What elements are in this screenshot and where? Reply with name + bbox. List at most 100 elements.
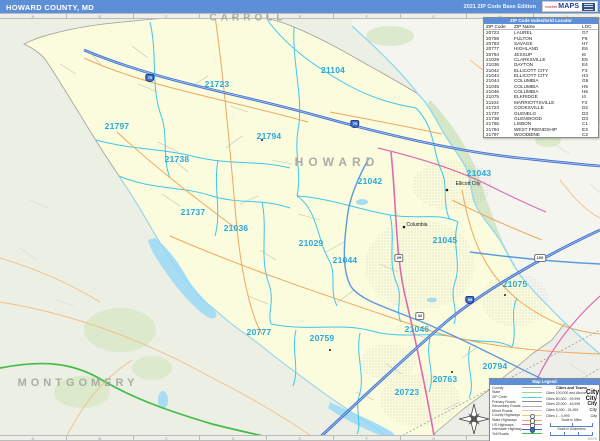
city-class-label: Cities 100,000 and Above	[546, 391, 586, 396]
city-class-row: Cities 5,000 - 24,999 City	[546, 407, 597, 413]
grid-letter: F	[334, 436, 401, 441]
logo-address-block	[582, 2, 595, 11]
scale-bar	[550, 432, 593, 437]
line-sample	[522, 409, 542, 413]
grid-letter: C	[134, 436, 201, 441]
grid-letter: E	[267, 436, 334, 441]
grid-letter: B	[67, 14, 134, 19]
legend-cities-column: Cities and Towns Cities 100,000 and Abov…	[546, 385, 599, 437]
legend-row: US Highways	[492, 422, 546, 429]
city-class-label: Cities 50,000 - 99,999	[546, 396, 581, 401]
map-title: HOWARD COUNTY, MD	[6, 3, 95, 12]
legend-row: State Highways	[492, 417, 546, 424]
legend-row: State	[492, 390, 546, 395]
line-sample	[522, 413, 542, 419]
city-class-label: Cities 25,000 - 49,999	[546, 402, 581, 407]
zip-label-20759: 20759	[309, 333, 335, 343]
city-sample: City	[587, 401, 597, 408]
zip-label-20723: 20723	[394, 387, 420, 397]
cell-name: WOODBINE	[514, 131, 541, 137]
zip-label-20794: 20794	[482, 361, 508, 371]
city-sample: City	[585, 395, 597, 402]
legend-row: Primary Roads	[492, 399, 546, 404]
scale-miles: Scale in Miles	[546, 419, 597, 428]
legend-label: State Highways	[492, 417, 517, 422]
zip-label-21044: 21044	[332, 255, 358, 265]
zip-label-21075: 21075	[502, 279, 528, 289]
legend-lines-column: County State ZIP Code Primary Roads Seco…	[490, 385, 546, 437]
grid-letter: C	[134, 14, 201, 19]
zip-label-20777: 20777	[246, 327, 272, 337]
legend-label: ZIP Code	[492, 394, 508, 399]
legend-row: County	[492, 386, 546, 391]
legend-label: Secondary Roads	[492, 404, 521, 409]
scale-bar	[550, 423, 593, 428]
city-class-label: Cities 1 - 4,999	[546, 413, 570, 418]
zip-label-21737: 21737	[180, 207, 206, 217]
logo-script-text: market	[545, 3, 558, 9]
grid-letter: G	[401, 14, 468, 19]
zip-label-21104: 21104	[320, 65, 346, 75]
line-sample	[522, 418, 542, 424]
publisher-logo: market MAPS	[542, 1, 598, 12]
table-row: 21797 WOODBINE C2	[484, 132, 598, 137]
city-sample: City	[590, 413, 597, 418]
route-shield-md32: 32	[415, 312, 425, 320]
zip-label-21738: 21738	[164, 154, 190, 164]
legend-label: County	[492, 385, 504, 390]
county-label-montgomery: MONTGOMERY	[17, 377, 139, 389]
zip-label-21797: 21797	[104, 121, 130, 131]
title-bar: HOWARD COUNTY, MD 2021 ZIP Code Base Edi…	[0, 0, 600, 13]
line-sample	[522, 432, 542, 436]
legend-row: Interstate Highways	[492, 427, 546, 433]
legend-row: Minor Roads	[492, 408, 546, 413]
legend-row: Secondary Roads	[492, 404, 546, 409]
route-shield-us29: 29	[394, 254, 404, 262]
zip-label-21046: 21046	[404, 324, 430, 334]
legend-label: County Highways	[492, 413, 520, 418]
cell-loc: C2	[582, 131, 588, 137]
zip-label-21042: 21042	[357, 176, 383, 186]
edition-label: 2021 ZIP Code Base Edition	[463, 4, 536, 10]
grid-letter: B	[67, 436, 134, 441]
legend-label: State	[492, 390, 501, 395]
zip-label-21029: 21029	[298, 238, 324, 248]
logo-main-text: MAPS	[558, 3, 580, 10]
map-legend: Map Legend County State ZIP Code Primary…	[489, 378, 600, 441]
city-label-columbia: Columbia	[406, 222, 428, 228]
zip-label-21036: 21036	[223, 223, 249, 233]
zip-label-21723: 21723	[204, 79, 230, 89]
city-class-label: Cities 5,000 - 24,999	[546, 408, 579, 413]
line-sample	[522, 400, 542, 404]
grid-letter: G	[401, 436, 468, 441]
grid-letter: F	[334, 14, 401, 19]
line-sample	[522, 422, 542, 429]
zip-label-21045: 21045	[432, 235, 458, 245]
zip-label-21794: 21794	[256, 131, 282, 141]
city-sample: City	[589, 407, 597, 413]
zip-index-table: ZIP Code Index/Grid Locator ZIP Code ZIP…	[483, 17, 599, 139]
legend-row: Toll Roads	[492, 431, 546, 436]
legend-label: Toll Roads	[492, 431, 509, 436]
zip-label-20763: 20763	[432, 374, 458, 384]
route-shield-md100: 100	[534, 254, 546, 262]
line-sample	[522, 404, 542, 408]
grid-letter: D	[200, 436, 268, 441]
legend-label: Primary Roads	[492, 399, 516, 404]
zip-label-21043: 21043	[466, 168, 492, 178]
city-sample: City	[585, 389, 600, 397]
grid-letter: A	[0, 436, 67, 441]
line-sample	[522, 395, 542, 399]
legend-label: Minor Roads	[492, 408, 513, 413]
legend-row: ZIP Code	[492, 395, 546, 400]
county-label-carroll: CARROLL	[209, 12, 287, 24]
legend-row: County Highways	[492, 413, 546, 419]
scale-kilometers: Scale in Kilometers	[546, 427, 597, 437]
cell-zip: 21797	[486, 131, 500, 137]
county-label-howard: HOWARD	[294, 155, 380, 169]
legend-watermark: MAPS	[587, 437, 597, 441]
city-label-ellicott-city: Ellicott City	[455, 181, 481, 187]
map-sheet: A B C D E F G H I A B C D E F G H I HOWA…	[0, 0, 600, 441]
line-sample	[522, 386, 542, 390]
line-sample	[522, 427, 542, 433]
